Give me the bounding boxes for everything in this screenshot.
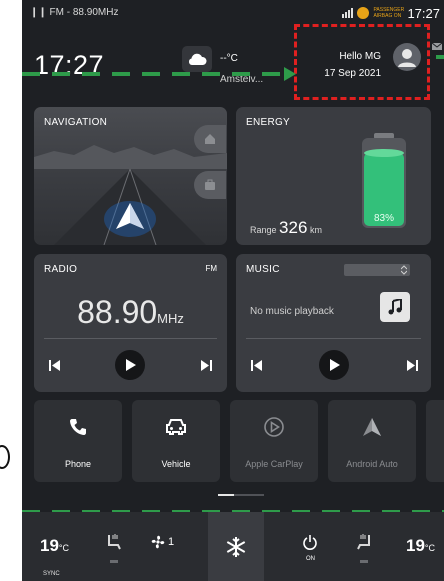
- shortcut-label: Android Auto: [346, 459, 398, 469]
- energy-range: Range 326 km: [250, 218, 322, 238]
- status-time: 17:27: [407, 5, 440, 21]
- shortcut-label: Apple CarPlay: [245, 459, 303, 469]
- home-icon[interactable]: [194, 125, 226, 153]
- cloud-icon: [182, 46, 212, 72]
- music-play-button[interactable]: [319, 350, 349, 380]
- status-radio-info: ❙❙ FM - 88.90MHz: [30, 7, 119, 18]
- shortcut-apple-carplay[interactable]: Apple CarPlay: [230, 400, 318, 482]
- music-note-icon: [380, 292, 410, 322]
- shortcut-vehicle[interactable]: Vehicle: [132, 400, 220, 482]
- seat-heat-level: [360, 560, 368, 563]
- radio-divider: [44, 338, 217, 339]
- pause-icon: ❙❙: [30, 7, 47, 18]
- radio-card[interactable]: RADIO FM 88.90MHz: [34, 254, 227, 392]
- seat-heat-left-icon[interactable]: [104, 530, 124, 554]
- ac-state-label: ON: [306, 556, 315, 562]
- weather-temperature: --°C: [220, 53, 238, 64]
- radio-band: FM: [205, 264, 217, 273]
- defrost-button[interactable]: [208, 512, 264, 581]
- play-icon: [329, 359, 340, 371]
- chevron-updown-icon: [401, 265, 407, 275]
- seat-heat-level: [110, 560, 118, 563]
- driver-temperature[interactable]: 19°C: [40, 536, 69, 556]
- page-indicator: [218, 494, 264, 496]
- battery-icon: 83%: [358, 133, 410, 229]
- snowflake-icon: [226, 536, 246, 557]
- music-card[interactable]: MUSIC No music playback: [236, 254, 431, 392]
- battery-percent: 83%: [374, 213, 395, 224]
- header-clock: 17:27: [34, 50, 105, 80]
- profile-date: 17 Sep 2021: [324, 68, 381, 79]
- status-bar: ❙❙ FM - 88.90MHz PASSENGER AIRBAG ON 17:…: [22, 0, 444, 26]
- status-right-group: PASSENGER AIRBAG ON 17:27: [342, 4, 440, 22]
- shortcut-phone[interactable]: Phone: [34, 400, 122, 482]
- passenger-temperature[interactable]: 19°C: [406, 536, 435, 556]
- next-track-icon[interactable]: [194, 350, 218, 380]
- previous-track-icon[interactable]: [244, 350, 268, 380]
- energy-title: ENERGY: [246, 117, 291, 128]
- frequency-unit: MHz: [157, 311, 184, 326]
- car-icon: [132, 414, 220, 440]
- guide-line-top-right: [436, 55, 444, 59]
- power-icon[interactable]: [300, 530, 320, 554]
- fan-speed-control[interactable]: 1: [142, 530, 182, 554]
- fan-level: 1: [167, 536, 175, 548]
- next-track-icon[interactable]: [400, 350, 424, 380]
- navigation-card[interactable]: NAVIGATION: [34, 107, 227, 245]
- sync-label: SYNC: [43, 571, 60, 577]
- shortcut-label: Phone: [64, 459, 92, 469]
- guide-arrow-icon: [284, 67, 296, 81]
- shortcut-label: Vehicle: [161, 459, 191, 469]
- user-profile-widget[interactable]: Hello MG 17 Sep 2021: [294, 24, 430, 100]
- previous-track-icon[interactable]: [42, 350, 66, 380]
- airbag-icon: [357, 7, 370, 19]
- radio-play-button[interactable]: [115, 350, 145, 380]
- external-knob-outline: [0, 445, 10, 469]
- briefcase-icon[interactable]: [194, 171, 226, 199]
- avatar-icon[interactable]: [393, 43, 421, 71]
- seat-heat-right-icon[interactable]: [354, 530, 374, 554]
- navigation-title: NAVIGATION: [44, 117, 108, 128]
- range-unit: km: [309, 225, 322, 235]
- climate-bar: 19°C SYNC 1 ON 19°C: [22, 512, 444, 581]
- radio-title: RADIO: [44, 264, 78, 275]
- music-title: MUSIC: [246, 264, 280, 275]
- music-source-selector[interactable]: [344, 264, 410, 276]
- radio-frequency: 88.90MHz: [34, 294, 227, 331]
- frequency-value: 88.90: [77, 294, 158, 330]
- fan-icon: [151, 535, 165, 549]
- phone-icon: [34, 414, 122, 440]
- range-label: Range: [250, 225, 277, 235]
- profile-greeting: Hello MG: [339, 51, 381, 62]
- music-divider: [246, 338, 421, 339]
- guide-line-top: [22, 72, 284, 76]
- android-auto-icon: [328, 414, 416, 440]
- weather-widget[interactable]: --°C Amstelv...: [182, 46, 282, 86]
- signal-icon: [342, 8, 354, 18]
- carplay-icon: [230, 414, 318, 440]
- envelope-icon[interactable]: [431, 38, 443, 50]
- airbag-notice: PASSENGER AIRBAG ON: [373, 7, 405, 19]
- range-value: 326: [279, 218, 308, 237]
- shortcut-overflow[interactable]: [426, 400, 444, 482]
- play-icon: [125, 359, 136, 371]
- shortcut-android-auto[interactable]: Android Auto: [328, 400, 416, 482]
- music-status: No music playback: [250, 306, 334, 317]
- energy-card[interactable]: ENERGY 83% Range 326 km: [236, 107, 431, 245]
- infotainment-screen: ❙❙ FM - 88.90MHz PASSENGER AIRBAG ON 17:…: [22, 0, 444, 581]
